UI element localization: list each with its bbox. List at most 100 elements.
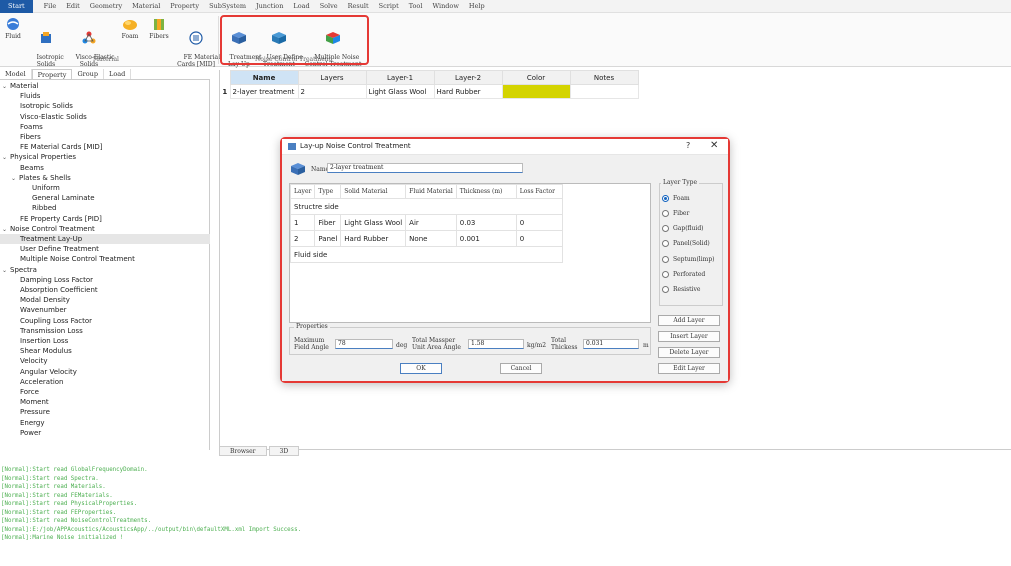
radio-septum-limp[interactable]: Septum(limp) [662,254,715,264]
max-field-angle-input[interactable]: 78 [335,339,393,349]
radio-circle-icon[interactable] [662,240,669,248]
tree-item-coupling-loss-factor[interactable]: Coupling Loss Factor [0,316,92,326]
tree-item-noise-control-treatment[interactable]: ⌄ Noise Control Treatment [0,224,95,234]
edit-layer-button[interactable]: Edit Layer [658,363,720,374]
column-header-layer2[interactable]: Layer-2 [433,70,503,85]
cell-layer1[interactable]: Light Glass Wool [365,84,435,99]
tree-item-fluids[interactable]: Fluids [0,91,40,101]
menu-subsystem[interactable]: SubSystem [204,2,251,10]
tree-item-force[interactable]: Force [0,387,39,397]
menu-help[interactable]: Help [464,2,490,10]
menu-junction[interactable]: Junction [251,2,288,10]
menu-edit[interactable]: Edit [61,2,85,10]
menu-tool[interactable]: Tool [404,2,428,10]
tree-item-insertion-loss[interactable]: Insertion Loss [0,336,68,346]
radio-gap-fluid[interactable]: Gap(fluid) [662,224,704,234]
tree-item-fibers[interactable]: Fibers [0,132,41,142]
menu-start[interactable]: Start [0,0,33,13]
tree-item-beams[interactable]: Beams [0,163,44,173]
tab-group[interactable]: Group [72,69,105,79]
column-header-color[interactable]: Color [501,70,571,85]
tree-item-transmission-loss[interactable]: Transmission Loss [0,326,83,336]
radio-circle-icon[interactable] [662,271,669,278]
radio-circle-icon[interactable] [662,209,669,217]
tree-item-energy[interactable]: Energy [0,418,45,428]
thickness-input[interactable]: 0.031 [583,339,639,349]
tree-item-fe-property-cards-pid[interactable]: FE Property Cards [PID] [0,214,102,224]
tree-item-visco-elastic-solids[interactable]: Visco-Elastic Solids [0,112,87,122]
tree-item-power[interactable]: Power [0,428,41,438]
layer-cell-thickness[interactable]: 0.03 [455,214,517,231]
mass-input[interactable]: 1.58 [468,339,524,349]
isotropic-solids-button[interactable]: Isotropic Solids [29,17,64,75]
tree-item-foams[interactable]: Foams [0,122,43,132]
layer-cell-solid[interactable]: Light Glass Wool [340,214,407,231]
cell-layer2[interactable]: Hard Rubber [433,84,503,99]
cell-color[interactable] [501,84,571,99]
radio-circle-icon[interactable] [662,194,669,202]
radio-circle-icon[interactable] [662,225,669,233]
tree-item-modal-density[interactable]: Modal Density [0,295,70,305]
tree-item-acceleration[interactable]: Acceleration [0,377,64,387]
menu-script[interactable]: Script [374,2,404,10]
insert-layer-button[interactable]: Insert Layer [658,331,720,342]
menu-file[interactable]: File [39,2,62,10]
close-button[interactable]: ✕ [710,140,718,151]
ok-button[interactable]: OK [400,363,442,374]
tree-item-moment[interactable]: Moment [0,397,49,407]
tree-item-multiple-noise-control-treatment[interactable]: Multiple Noise Control Treatment [0,254,135,264]
radio-panel-solid[interactable]: Panel(Solid) [662,239,710,249]
tree-item-uniform[interactable]: Uniform [0,183,60,193]
tree-item-absorption-coefficient[interactable]: Absorption Coefficient [0,285,98,295]
radio-fiber[interactable]: Fiber [662,208,689,218]
name-input[interactable]: 2-layer treatment [327,163,523,173]
cell-notes[interactable] [569,84,639,99]
fibers-button[interactable]: Fibers [148,17,170,40]
layer-cell-type[interactable]: Panel [314,230,342,247]
menu-solve[interactable]: Solve [315,2,343,10]
menu-window[interactable]: Window [427,2,463,10]
tree-item-plates-shells[interactable]: ⌄ Plates & Shells [0,173,71,183]
column-header-name[interactable]: Name [229,70,299,85]
add-layer-button[interactable]: Add Layer [658,315,720,326]
table-row[interactable]: 1 Fiber Light Glass Wool Air 0.03 0 [289,214,563,231]
tree-item-wavenumber[interactable]: Wavenumber [0,305,67,315]
column-header-layer1[interactable]: Layer-1 [365,70,435,85]
layer-cell-loss[interactable]: 0 [515,230,563,247]
layer-cell-solid[interactable]: Hard Rubber [340,230,407,247]
menu-geometry[interactable]: Geometry [85,2,127,10]
tab-property[interactable]: Property [31,69,73,79]
help-button[interactable]: ? [686,141,690,150]
fe-material-cards-button[interactable]: FE Material Cards [MID] [176,17,220,75]
layer-cell-loss[interactable]: 0 [515,214,563,231]
tab-3d[interactable]: 3D [268,446,300,456]
radio-circle-icon[interactable] [662,286,669,294]
tree-item-user-define-treatment[interactable]: User Define Treatment [0,244,99,254]
foam-button[interactable]: Foam [120,17,140,40]
tree-item-treatment-lay-up[interactable]: Treatment Lay-Up [0,234,210,244]
radio-resistive[interactable]: Resistive [662,285,700,295]
tree-item-ribbed[interactable]: Ribbed [0,203,56,213]
tree-item-angular-velocity[interactable]: Angular Velocity [0,367,77,377]
table-row[interactable]: 1 2-layer treatment 2 Light Glass Wool H… [220,84,639,99]
layer-cell-thickness[interactable]: 0.001 [455,230,517,247]
tree-item-shear-modulus[interactable]: Shear Modulus [0,346,72,356]
tab-model[interactable]: Model [0,69,32,79]
tab-load[interactable]: Load [104,69,132,79]
layer-cell-fluid[interactable]: None [405,230,457,247]
tree-item-velocity[interactable]: Velocity [0,356,47,366]
visco-elastic-button[interactable]: Visco-Elastic Solids [68,17,115,75]
table-row[interactable]: 2 Panel Hard Rubber None 0.001 0 [289,230,563,247]
tree-item-fe-material-cards-mid[interactable]: FE Material Cards [MID] [0,142,103,152]
menu-material[interactable]: Material [127,2,165,10]
delete-layer-button[interactable]: Delete Layer [658,347,720,358]
tree-item-physical-properties[interactable]: ⌄ Physical Properties [0,152,76,162]
tab-browser[interactable]: Browser [219,446,267,456]
tree-item-general-laminate[interactable]: General Laminate [0,193,95,203]
column-header-layers[interactable]: Layers [297,70,367,85]
layer-cell-fluid[interactable]: Air [405,214,457,231]
cell-name[interactable]: 2-layer treatment [229,84,299,99]
radio-circle-icon[interactable] [662,255,669,263]
menu-property[interactable]: Property [165,2,204,10]
tree-item-isotropic-solids[interactable]: Isotropic Solids [0,101,73,111]
